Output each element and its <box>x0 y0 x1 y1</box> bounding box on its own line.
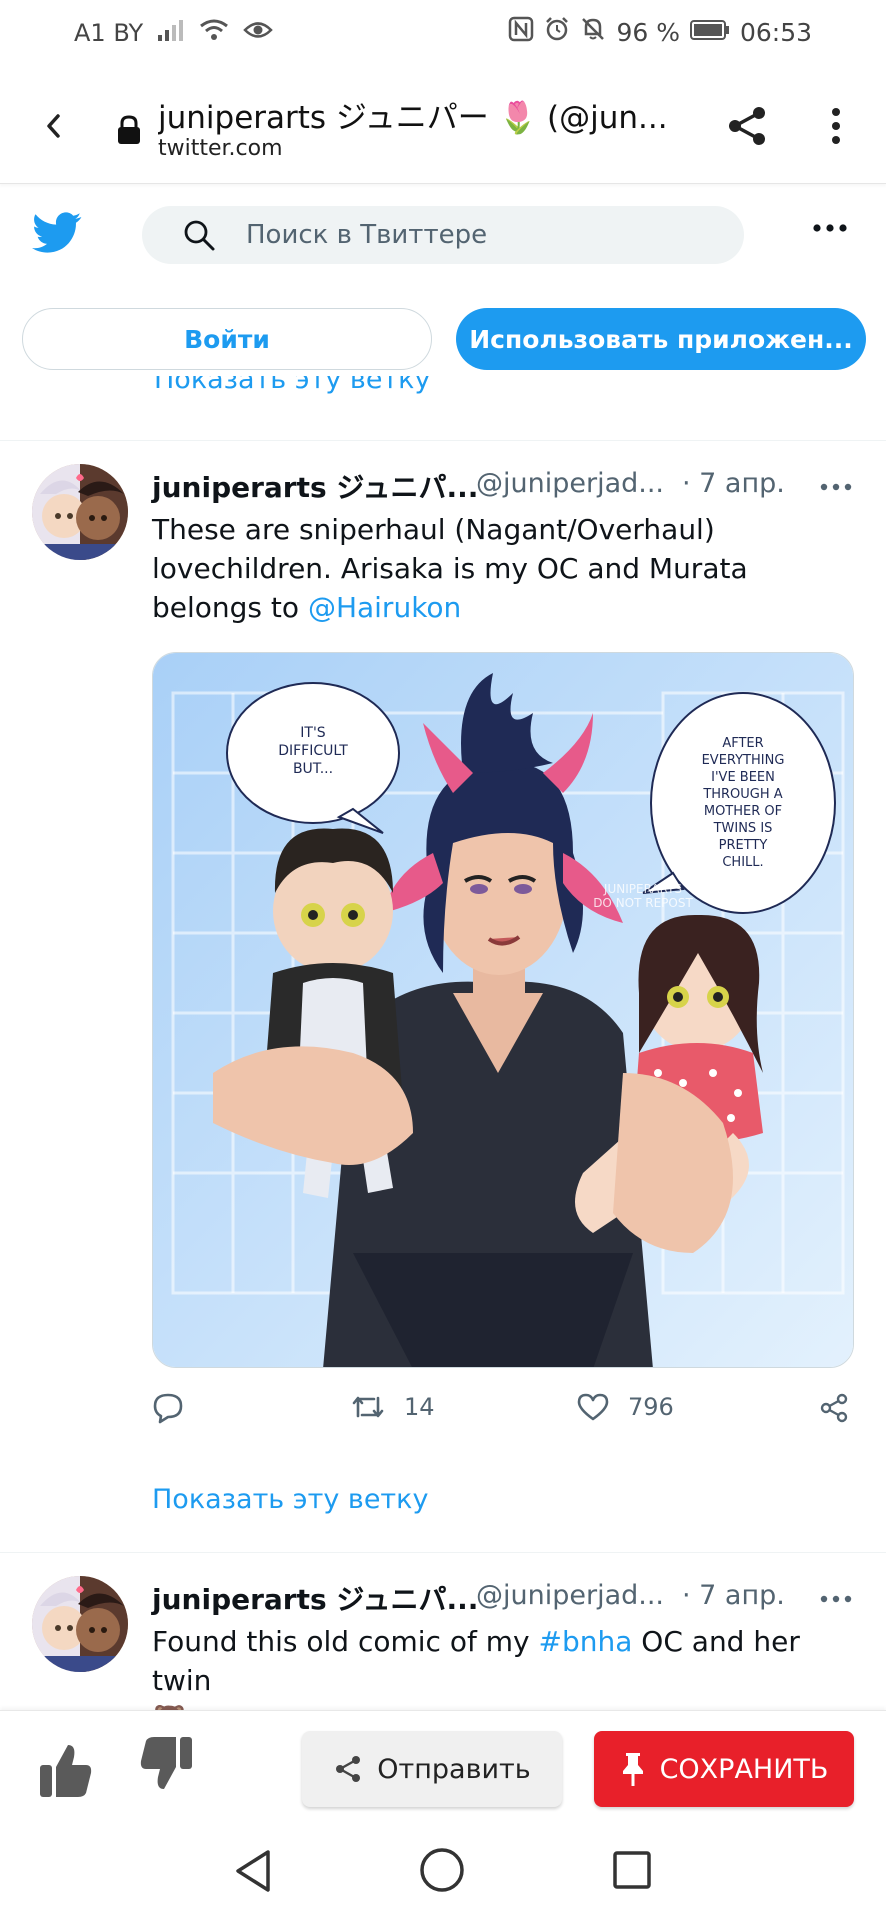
thumbs-up-icon <box>40 1745 92 1797</box>
circle-home-icon <box>420 1848 464 1892</box>
page-title[interactable]: juniperarts ジュニパー 🌷 (@jun... <box>158 92 668 137</box>
nfc-icon <box>508 16 534 48</box>
clock: 06:53 <box>739 17 812 47</box>
retweet-button[interactable]: 14 <box>350 1392 435 1422</box>
tweet-divider <box>0 1552 886 1553</box>
mute-bell-icon <box>580 16 606 48</box>
thumbs-up-button[interactable] <box>38 1741 94 1803</box>
search-input[interactable] <box>246 220 726 250</box>
like-count: 796 <box>628 1393 674 1421</box>
battery-percent: 96 % <box>616 17 680 47</box>
tweet-more-button[interactable] <box>820 1590 852 1609</box>
watermark-line1: JUNIPERARTS <box>603 882 682 896</box>
tweet-text: These are sniperhaul (Nagant/Overhaul) l… <box>152 510 852 627</box>
share-icon <box>820 1393 848 1423</box>
share-icon <box>336 1756 361 1782</box>
tweet-author-handle[interactable]: @juniperjad... <box>476 468 664 499</box>
bubble-right-line7: PRETTY <box>719 838 768 853</box>
share-panel: Отправить СОХРАНИТЬ <box>0 1710 886 1822</box>
thumbs-down-icon <box>140 1737 192 1789</box>
heart-icon <box>577 1393 609 1421</box>
bubble-right-line6: TWINS IS <box>713 821 773 836</box>
avatar[interactable] <box>32 1576 128 1672</box>
tweet-share-button[interactable] <box>818 1392 850 1424</box>
tweet-author-name[interactable]: juniperarts ジュニパ... <box>152 466 478 506</box>
bubble-right-line3: I'VE BEEN <box>711 770 775 785</box>
eye-icon <box>243 19 273 47</box>
tweet-media-image[interactable]: IT'S DIFFICULT BUT... AFTER EVERYTHING I… <box>152 652 854 1368</box>
show-thread-link[interactable]: Показать эту ветку <box>152 1484 428 1515</box>
send-button[interactable]: Отправить <box>302 1731 562 1807</box>
bubble-right-line1: AFTER <box>722 736 763 751</box>
show-thread-cut-label: Показать эту ветку <box>154 376 431 395</box>
reply-button[interactable] <box>152 1392 184 1424</box>
browser-menu-button[interactable] <box>826 104 846 152</box>
more-horizontal-icon <box>820 483 852 491</box>
tweet-date[interactable]: · 7 апр. <box>682 468 785 499</box>
tweet-author-name[interactable]: juniperarts ジュニパ... <box>152 1578 478 1618</box>
search-bar[interactable] <box>142 206 744 264</box>
retweet-icon <box>352 1396 384 1418</box>
square-recents-icon <box>613 1851 651 1889</box>
status-bar: A1 BY 96 % 06:53 <box>0 0 886 66</box>
alarm-icon <box>544 16 570 48</box>
carrier-label: A1 BY <box>74 19 144 47</box>
back-button[interactable] <box>36 106 72 146</box>
lock-icon[interactable] <box>116 114 142 150</box>
nav-home-button[interactable] <box>418 1846 466 1898</box>
retweet-count: 14 <box>404 1393 435 1421</box>
more-horizontal-icon <box>820 1595 852 1603</box>
like-button[interactable]: 796 <box>576 1392 674 1422</box>
tweet-text-body: Found this old comic of my <box>152 1625 539 1658</box>
browser-toolbar: juniperarts ジュニパー 🌷 (@jun... twitter.com <box>0 66 886 184</box>
share-button[interactable] <box>726 104 770 152</box>
share-icon <box>729 107 765 145</box>
save-label: СОХРАНИТЬ <box>659 1753 829 1785</box>
mention-link[interactable]: @Hairukon <box>308 591 461 624</box>
hashtag-link[interactable]: #bnha <box>539 1625 633 1658</box>
watermark-line2: DO NOT REPOST <box>593 896 693 910</box>
bubble-right-line8: CHILL. <box>722 855 763 870</box>
bubble-left-line1: IT'S <box>300 725 326 741</box>
avatar[interactable] <box>32 464 128 560</box>
triangle-back-icon <box>236 1850 270 1892</box>
tweet-author-handle[interactable]: @juniperjad... <box>476 1580 664 1611</box>
bubble-right-line2: EVERYTHING <box>702 753 785 768</box>
save-button[interactable]: СОХРАНИТЬ <box>594 1731 854 1807</box>
kebab-menu-icon <box>832 108 840 144</box>
bubble-left-line3: BUT... <box>293 761 333 777</box>
tweet-date[interactable]: · 7 апр. <box>682 1580 785 1611</box>
chevron-left-icon <box>47 114 60 138</box>
signal-icon <box>157 18 185 48</box>
send-label: Отправить <box>377 1753 531 1785</box>
more-horizontal-icon <box>813 224 847 232</box>
bubble-left-line2: DIFFICULT <box>278 743 348 759</box>
twitter-logo-icon[interactable] <box>32 212 82 258</box>
nav-recents-button[interactable] <box>612 1850 652 1894</box>
pin-icon <box>622 1753 643 1786</box>
show-thread-link-cut[interactable]: Показать эту ветку <box>154 376 430 406</box>
wifi-icon <box>199 18 229 48</box>
twitter-more-button[interactable] <box>812 220 848 239</box>
page-url[interactable]: twitter.com <box>158 136 283 161</box>
tweet-actions: 14 796 <box>152 1392 852 1432</box>
search-icon <box>184 220 215 251</box>
nav-back-button[interactable] <box>232 1848 274 1898</box>
bubble-right-line4: THROUGH A <box>702 787 782 802</box>
use-app-button[interactable]: Использовать приложен... <box>456 308 866 370</box>
login-button[interactable]: Войти <box>22 308 432 370</box>
thumbs-down-button[interactable] <box>138 1735 194 1797</box>
battery-icon <box>689 18 730 47</box>
tweet-divider <box>0 440 886 441</box>
reply-icon <box>153 1393 183 1424</box>
system-nav-bar <box>0 1822 886 1920</box>
bubble-right-line5: MOTHER OF <box>704 804 782 819</box>
tweet-more-button[interactable] <box>820 478 852 497</box>
